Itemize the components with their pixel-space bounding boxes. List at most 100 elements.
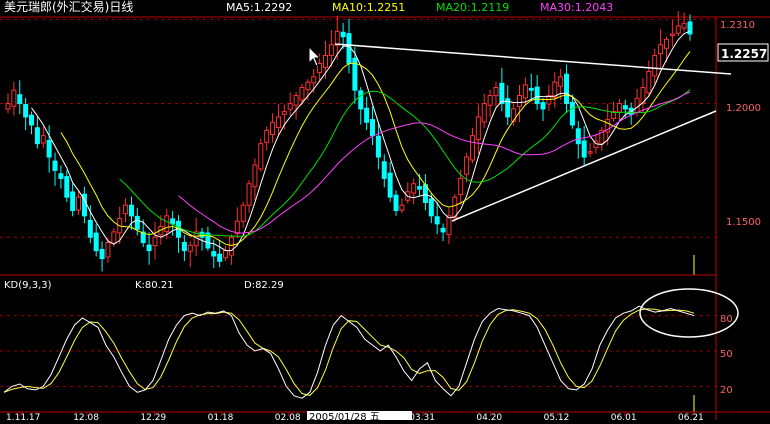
candle-body [240, 204, 246, 222]
candle-body [646, 70, 652, 94]
kd-title: KD(9,3,3) [4, 280, 52, 291]
date-label: 04.20 [476, 413, 502, 420]
candle-body [252, 164, 258, 188]
candle-body [634, 97, 640, 114]
moving-average-lines [31, 30, 691, 252]
candle-body [52, 160, 58, 171]
candle-body [681, 22, 687, 29]
candle-body [281, 111, 287, 115]
date-label: 1.11.17 [6, 413, 40, 420]
candle-body [264, 129, 270, 143]
candle-body [322, 54, 328, 69]
candle-body [616, 103, 622, 113]
trendlines [334, 43, 732, 222]
candle-body [334, 30, 340, 46]
candle-body [493, 87, 499, 97]
candle-body [152, 236, 158, 247]
candle-body [76, 196, 82, 211]
candle-body [387, 172, 393, 198]
candle-body [658, 44, 664, 55]
candle-body [270, 121, 276, 135]
candle-body [663, 38, 669, 49]
candle-body [305, 81, 311, 91]
price-axis-label-1.1500: 1.1500 [726, 217, 761, 228]
chart-title: 美元瑞郎(外汇交易)日线 [4, 0, 133, 14]
candle-body [287, 103, 293, 110]
candle-body [340, 31, 346, 38]
candlestick-series [5, 11, 693, 272]
kd-indicator-lines [3, 305, 695, 399]
candle-body [275, 116, 281, 129]
candle-body [669, 33, 675, 37]
current-price-label: 1.2257 [721, 47, 767, 61]
candle-body [64, 176, 70, 198]
candle-body [375, 135, 381, 158]
candle-body [134, 215, 140, 230]
candle-body [381, 161, 387, 179]
candle-body [440, 227, 446, 233]
candle-body [228, 236, 234, 256]
candle-body [417, 186, 423, 190]
candle-body [23, 104, 29, 118]
candle-body [622, 105, 628, 110]
candle-body [370, 119, 376, 137]
kd-gridlines [0, 315, 716, 387]
price-top-label: 1.2310 [720, 20, 755, 31]
upper-trendline [334, 43, 732, 75]
candle-body [458, 177, 464, 196]
candle-body [146, 244, 152, 252]
candle-body [34, 127, 40, 145]
candle-body [528, 87, 534, 91]
candle-body [11, 89, 17, 107]
candle-body [434, 216, 440, 225]
candle-body [99, 249, 105, 260]
candle-body [187, 244, 193, 252]
ma5-line [31, 30, 691, 252]
candle-body [446, 215, 452, 236]
candle-body [105, 242, 111, 258]
chart-canvas[interactable]: 美元瑞郎(外汇交易)日线 MA5:1.2292 MA10:1.2251 MA20… [0, 0, 770, 423]
price-axis-label-1.2000: 1.2000 [726, 103, 761, 114]
candle-body [123, 204, 129, 215]
candle-body [128, 204, 134, 217]
k-value-label: K:80.21 [135, 280, 174, 291]
candle-body [534, 86, 540, 105]
stock-chart-window: 美元瑞郎(外汇交易)日线 MA5:1.2292 MA10:1.2251 MA20… [0, 0, 770, 423]
candle-body [211, 251, 217, 257]
date-label: 12.29 [140, 413, 166, 420]
candle-body [587, 151, 593, 154]
candle-body [87, 219, 93, 238]
candle-body [558, 76, 564, 87]
kd-axis-label-80: 80 [720, 314, 733, 325]
candle-body [93, 232, 99, 252]
date-label: 03.31 [409, 413, 435, 420]
candle-body [17, 94, 23, 105]
kd-axis-label-20: 20 [720, 385, 733, 396]
candle-body [428, 198, 434, 217]
candle-body [258, 143, 264, 170]
mouse-pointer-icon [308, 46, 322, 67]
candle-body [164, 215, 170, 233]
candle-body [246, 183, 252, 206]
candle-body [399, 204, 405, 211]
candle-body [481, 103, 487, 123]
candle-body [181, 242, 187, 252]
ma20-label: MA20:1.2119 [436, 1, 509, 14]
ma10-label: MA10:1.2251 [332, 1, 405, 14]
candle-body [29, 114, 35, 126]
candle-body [111, 231, 117, 244]
kd-highlight-ellipse [639, 288, 739, 338]
candle-body [569, 101, 575, 126]
d-value-label: D:82.29 [244, 280, 284, 291]
candle-body [328, 44, 334, 56]
candle-body [487, 95, 493, 106]
candle-body [393, 194, 399, 212]
candle-body [223, 250, 229, 259]
candle-body [652, 54, 658, 77]
kd-axis-label-50: 50 [720, 349, 733, 360]
candle-body [46, 139, 52, 158]
ma30-label: MA30:1.2043 [540, 1, 613, 14]
candle-body [217, 253, 223, 262]
k-line [3, 305, 695, 399]
candle-body [358, 90, 364, 110]
